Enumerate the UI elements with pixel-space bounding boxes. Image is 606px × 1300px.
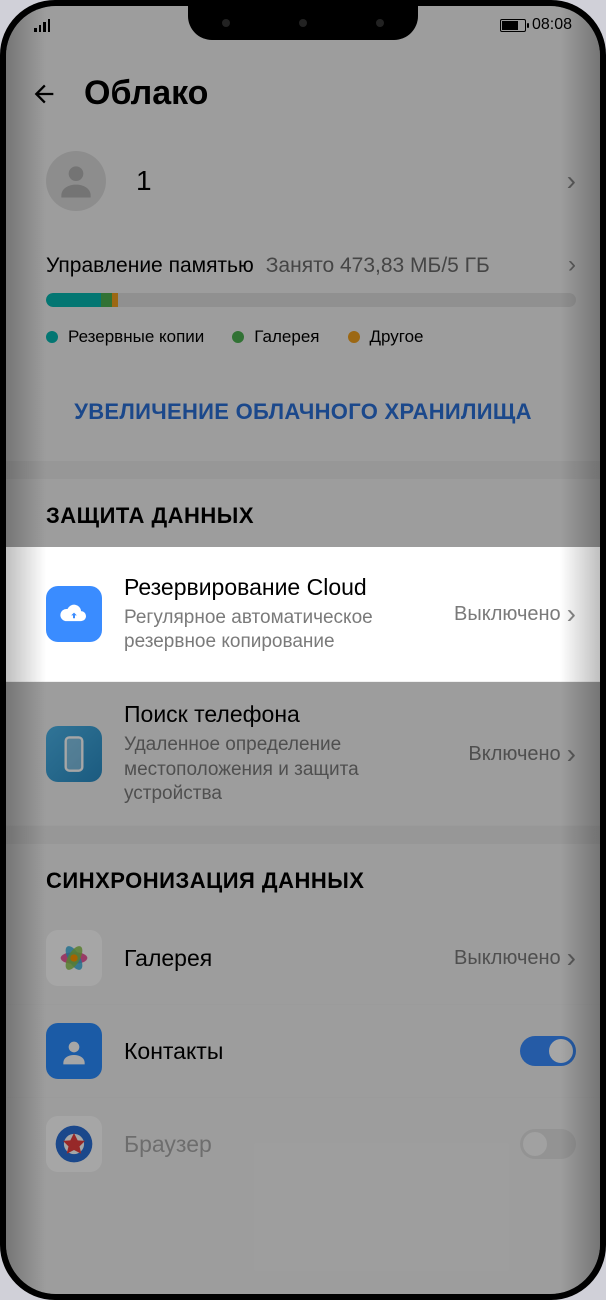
find-phone-sub: Удаленное определение местоположения и з… <box>124 733 446 807</box>
section-sync-title: СИНХРОНИЗАЦИЯ ДАННЫХ <box>6 844 600 912</box>
storage-label: Управление памятью <box>46 254 254 278</box>
upsell-link[interactable]: УВЕЛИЧЕНИЕ ОБЛАЧНОГО ХРАНИЛИЩА <box>6 367 600 461</box>
chevron-right-icon: › <box>567 942 576 974</box>
chevron-right-icon: › <box>567 598 576 630</box>
chevron-right-icon: › <box>567 738 576 770</box>
item-find-phone[interactable]: Поиск телефона Удаленное определение мес… <box>6 682 600 826</box>
gallery-status: Выключено <box>454 946 561 970</box>
account-row[interactable]: 1 › <box>6 133 600 241</box>
page-title: Облако <box>84 74 208 113</box>
find-phone-icon <box>46 726 102 782</box>
item-cloud-backup[interactable]: Резервирование Cloud Регулярное автомати… <box>6 547 600 682</box>
cloud-backup-status: Выключено <box>454 602 561 626</box>
cloud-backup-icon <box>46 586 102 642</box>
item-contacts[interactable]: Контакты <box>6 1005 600 1098</box>
avatar-icon <box>46 151 106 211</box>
find-phone-title: Поиск телефона <box>124 700 446 729</box>
contacts-title: Контакты <box>124 1037 498 1066</box>
browser-icon <box>46 1116 102 1172</box>
status-time: 08:08 <box>532 16 572 34</box>
item-browser[interactable]: Браузер <box>6 1098 600 1190</box>
gallery-title: Галерея <box>124 944 432 973</box>
chevron-right-icon: › <box>567 165 576 197</box>
legend-other: Другое <box>370 327 424 347</box>
account-name: 1 <box>136 165 537 197</box>
storage-value: Занято 473,83 МБ/5 ГБ <box>266 254 556 278</box>
contacts-toggle[interactable] <box>520 1036 576 1066</box>
chevron-right-icon: › <box>568 251 576 279</box>
legend-gallery: Галерея <box>254 327 319 347</box>
browser-toggle[interactable] <box>520 1129 576 1159</box>
storage-legend: Резервные копии Галерея Другое <box>46 327 576 347</box>
cloud-backup-title: Резервирование Cloud <box>124 573 432 602</box>
browser-title: Браузер <box>124 1130 498 1159</box>
header: Облако <box>6 44 600 133</box>
contacts-icon <box>46 1023 102 1079</box>
back-icon[interactable] <box>30 80 58 108</box>
section-protection-title: ЗАЩИТА ДАННЫХ <box>6 479 600 547</box>
item-gallery[interactable]: Галерея Выключено › <box>6 912 600 1005</box>
legend-backups: Резервные копии <box>68 327 204 347</box>
storage-row[interactable]: Управление памятью Занято 473,83 МБ/5 ГБ… <box>6 241 600 367</box>
find-phone-status: Включено <box>468 742 560 766</box>
battery-icon <box>500 19 526 32</box>
cloud-backup-sub: Регулярное автоматическое резервное копи… <box>124 606 432 655</box>
gallery-icon <box>46 930 102 986</box>
storage-progress <box>46 293 576 307</box>
signal-icon <box>34 18 50 32</box>
